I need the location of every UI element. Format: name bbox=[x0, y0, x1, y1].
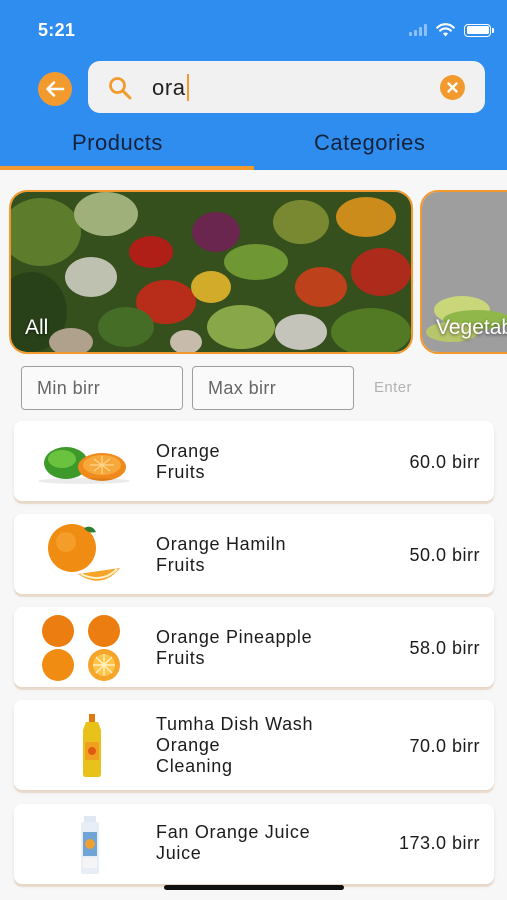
tab-products[interactable]: Products bbox=[72, 130, 163, 156]
product-card-orange[interactable]: Orange Fruits 60.0 birr bbox=[14, 421, 494, 501]
search-query-text: ora bbox=[152, 74, 189, 101]
app-header: 5:21 ora Products Categories bbox=[0, 0, 507, 170]
arrow-left-icon bbox=[46, 81, 65, 97]
product-info: Orange Pineapple Fruits bbox=[156, 627, 312, 669]
active-tab-indicator bbox=[0, 166, 254, 170]
product-price: 70.0 birr bbox=[409, 736, 480, 756]
search-icon bbox=[109, 77, 132, 100]
tab-categories[interactable]: Categories bbox=[314, 130, 425, 156]
max-price-field[interactable] bbox=[192, 366, 354, 410]
product-info: Orange Fruits bbox=[156, 441, 220, 483]
back-button[interactable] bbox=[38, 72, 72, 106]
product-category: Juice bbox=[156, 843, 202, 863]
product-info: Tumha Dish Wash Orange Cleaning bbox=[156, 714, 356, 777]
product-card-orange-hamiln[interactable]: Orange Hamiln Fruits 50.0 birr bbox=[14, 514, 494, 594]
product-card-fan-orange-juice[interactable]: Fan Orange Juice Juice 173.0 birr bbox=[14, 804, 494, 884]
product-card-orange-pineapple[interactable]: Orange Pineapple Fruits 58.0 birr bbox=[14, 607, 494, 687]
product-category: Fruits bbox=[156, 648, 206, 668]
product-info: Fan Orange Juice Juice bbox=[156, 822, 310, 864]
product-name: Fan Orange Juice bbox=[156, 822, 311, 842]
product-name: Orange Hamiln bbox=[156, 534, 287, 554]
search-input[interactable]: ora bbox=[88, 61, 485, 113]
product-card-tumha-dish-wash[interactable]: Tumha Dish Wash Orange Cleaning 70.0 bir… bbox=[14, 700, 494, 790]
product-name: Tumha Dish Wash Orange bbox=[156, 714, 314, 755]
product-name: Orange Pineapple bbox=[156, 627, 313, 647]
product-info: Orange Hamiln Fruits bbox=[156, 534, 286, 576]
dish-wash-bottle-image bbox=[83, 714, 101, 777]
text-cursor bbox=[186, 74, 189, 101]
product-price: 173.0 birr bbox=[398, 833, 480, 853]
product-price: 50.0 birr bbox=[409, 545, 480, 565]
wifi-icon bbox=[436, 23, 455, 37]
lime-and-orange-image bbox=[38, 447, 130, 484]
category-label-all: All bbox=[25, 316, 49, 339]
category-card-all[interactable]: All bbox=[9, 190, 413, 354]
min-price-field[interactable] bbox=[21, 366, 183, 410]
product-category: Cleaning bbox=[156, 756, 233, 776]
close-icon bbox=[447, 82, 458, 93]
category-card-vegetables[interactable]: Vegetables bbox=[420, 190, 507, 354]
product-category: Fruits bbox=[156, 462, 206, 482]
product-price: 60.0 birr bbox=[409, 452, 480, 472]
home-indicator[interactable] bbox=[164, 885, 344, 890]
four-oranges-image bbox=[42, 615, 120, 681]
min-price-input[interactable] bbox=[22, 367, 182, 409]
enter-button[interactable]: Enter bbox=[374, 379, 412, 396]
vegetables-photo bbox=[11, 192, 411, 352]
orange-slices-image bbox=[48, 524, 120, 581]
juice-bottle-image bbox=[81, 816, 99, 874]
product-price: 58.0 birr bbox=[409, 638, 480, 658]
battery-icon bbox=[464, 23, 494, 37]
product-category: Fruits bbox=[156, 555, 206, 575]
status-icons bbox=[409, 23, 494, 37]
status-time: 5:21 bbox=[38, 20, 76, 40]
max-price-input[interactable] bbox=[193, 367, 353, 409]
category-label-vegetables: Vegetables bbox=[436, 316, 507, 339]
clear-search-button[interactable] bbox=[440, 75, 465, 100]
cellular-signal-icon bbox=[409, 24, 427, 36]
product-name: Orange bbox=[156, 441, 221, 461]
